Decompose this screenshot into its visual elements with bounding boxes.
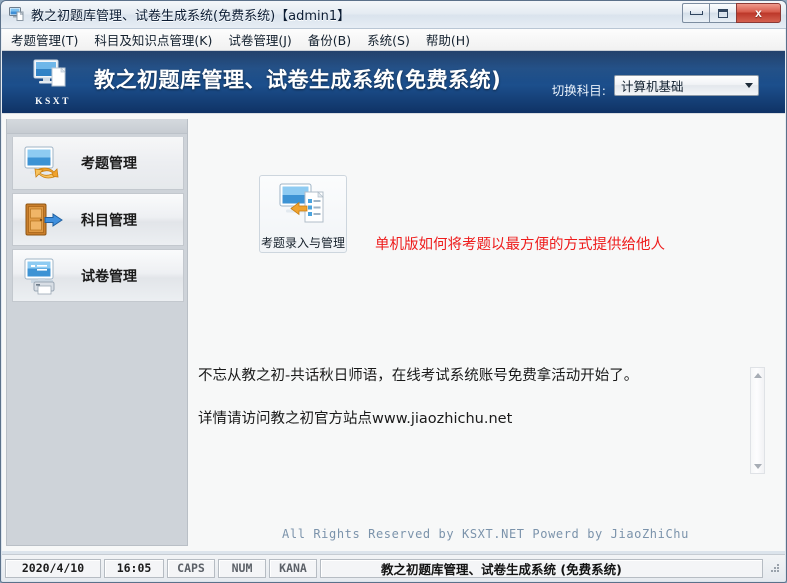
copyright-text: All Rights Reserved by KSXT.NET Powerd b…: [282, 527, 689, 541]
sidebar-header-strip: [7, 119, 187, 134]
status-date: 2020/4/10: [5, 558, 101, 578]
subject-select[interactable]: 计算机基础: [614, 75, 759, 96]
application-window: 教之初题库管理、试卷生成系统(免费系统)【admin1】 x 考题管理(T) 科…: [0, 0, 787, 583]
app-logo: KSXT: [24, 59, 82, 107]
sidebar-item-exam-management[interactable]: 考题管理: [12, 137, 184, 190]
tile-exam-entry-management[interactable]: 考题录入与管理: [259, 175, 347, 253]
window-controls: x: [682, 3, 781, 24]
monitor-list-import-icon: [277, 182, 329, 231]
app-monitor-icon: [9, 6, 25, 22]
restore-icon: [718, 8, 728, 18]
scroll-down-button[interactable]: [751, 459, 764, 473]
promo-link-text[interactable]: 单机版如何将考题以最方便的方式提供给他人: [375, 233, 665, 254]
chevron-down-icon: [753, 463, 762, 469]
resize-grip[interactable]: [768, 561, 782, 575]
status-bar: 2020/4/10 16:05 CAPS NUM KANA 教之初题库管理、试卷…: [2, 554, 785, 581]
logo-text: KSXT: [35, 97, 71, 107]
menu-item-backup[interactable]: 备份(B): [301, 28, 358, 51]
chevron-down-icon[interactable]: [739, 76, 758, 95]
subject-select-value: 计算机基础: [621, 79, 684, 94]
exam-sync-icon: [21, 143, 67, 183]
notice-line: 不忘从教之初-共话秋日师语，在线考试系统账号免费拿活动开始了。: [198, 368, 639, 384]
sidebar: 考题管理 科目管理 试卷管理: [6, 119, 188, 546]
sidebar-item-label: 考题管理: [81, 156, 137, 172]
maximize-button[interactable]: [709, 3, 736, 23]
scroll-up-button[interactable]: [751, 368, 764, 382]
door-arrow-icon: [21, 200, 67, 240]
notice-line: 详情请访问教之初官方站点www.jiaozhichu.net: [198, 411, 513, 427]
window-title: 教之初题库管理、试卷生成系统(免费系统)【admin1】: [31, 9, 351, 24]
menu-item-system[interactable]: 系统(S): [360, 28, 417, 51]
status-kana: KANA: [269, 558, 317, 578]
subject-switch-label: 切换科目:: [551, 83, 606, 98]
menu-item-paper[interactable]: 试卷管理(J): [221, 28, 298, 51]
sidebar-item-label: 科目管理: [81, 212, 137, 229]
menu-item-subject[interactable]: 科目及知识点管理(K): [87, 28, 219, 51]
status-time: 16:05: [104, 558, 164, 578]
client-area: 考题管理 科目管理 试卷管理 考题录入与管理 单机版如何将考题以最方便的方式提供…: [2, 113, 785, 551]
title-bar: 教之初题库管理、试卷生成系统(免费系统)【admin1】 x: [1, 1, 786, 29]
main-content: 考题录入与管理 单机版如何将考题以最方便的方式提供给他人 不忘从教之初-共话秋日…: [190, 119, 781, 546]
chevron-up-icon: [753, 372, 762, 378]
sidebar-item-subject-management[interactable]: 科目管理: [12, 193, 184, 246]
menu-item-help[interactable]: 帮助(H): [419, 28, 477, 51]
status-caps: CAPS: [167, 558, 215, 578]
tile-label: 考题录入与管理: [260, 236, 345, 250]
sidebar-item-paper-management[interactable]: 试卷管理: [12, 249, 184, 302]
close-button[interactable]: x: [736, 3, 781, 23]
status-num: NUM: [218, 558, 266, 578]
status-app-title: 教之初题库管理、试卷生成系统 (免费系统): [320, 558, 763, 578]
menu-bar: 考题管理(T) 科目及知识点管理(K) 试卷管理(J) 备份(B) 系统(S) …: [2, 29, 785, 51]
sidebar-item-label: 试卷管理: [81, 268, 137, 285]
notice-scrollbar[interactable]: [750, 367, 765, 474]
monitor-printer-icon: [21, 256, 67, 296]
menu-item-exam[interactable]: 考题管理(T): [4, 28, 85, 51]
monitor-document-icon: [33, 59, 66, 87]
minimize-button[interactable]: [682, 3, 709, 23]
notice-panel: 不忘从教之初-共话秋日师语，在线考试系统账号免费拿活动开始了。 详情请访问教之初…: [192, 364, 767, 479]
banner-title: 教之初题库管理、试卷生成系统(免费系统): [94, 68, 502, 92]
minimize-icon: [689, 11, 703, 15]
